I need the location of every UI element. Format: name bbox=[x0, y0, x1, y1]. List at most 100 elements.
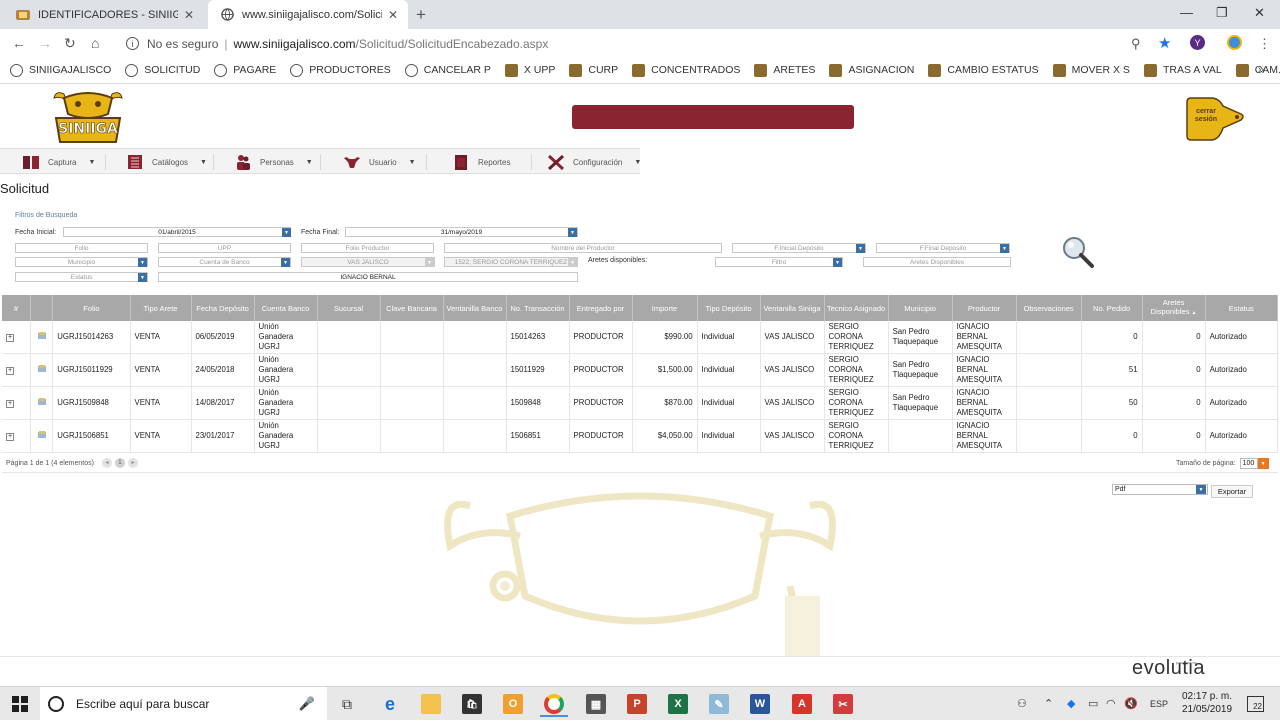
fecha-inicial-input[interactable]: 01/abril/2015 bbox=[63, 227, 291, 237]
snipping-tool-icon[interactable]: ✂ bbox=[833, 694, 853, 714]
tecnico-select[interactable]: 1522; SERGIO CORONA TERRIQUEZ bbox=[444, 257, 578, 267]
calendar-dropdown-icon[interactable]: ▼ bbox=[568, 228, 577, 237]
col-header-municipio[interactable]: Municipio bbox=[888, 295, 953, 321]
calendar-dropdown-icon[interactable]: ▼ bbox=[1000, 244, 1009, 253]
back-arrow-icon[interactable]: ← bbox=[12, 35, 26, 51]
chevron-down-icon[interactable]: ▼ bbox=[833, 258, 842, 267]
bookmark-item[interactable]: CURP bbox=[569, 63, 618, 77]
task-view-icon[interactable]: ⧉ bbox=[337, 694, 357, 714]
language-indicator[interactable]: ESP bbox=[1150, 699, 1168, 709]
expand-row-icon[interactable]: + bbox=[6, 334, 14, 343]
menu-catalogos[interactable]: Catálogos ▼ bbox=[126, 153, 207, 171]
acrobat-icon[interactable]: A bbox=[792, 694, 812, 714]
bookmark-item[interactable]: CANCELAR P bbox=[404, 63, 491, 77]
export-format-select[interactable]: Pdf bbox=[1112, 484, 1208, 495]
col-header-clave-bancaria[interactable]: Clave Bancaria bbox=[380, 295, 444, 321]
page-size-input[interactable]: 100 bbox=[1239, 458, 1258, 469]
close-tab-icon[interactable]: ✕ bbox=[388, 8, 398, 22]
word-icon[interactable]: W bbox=[750, 694, 770, 714]
col-header-sucursal[interactable]: Sucursal bbox=[317, 295, 381, 321]
col-header-no-transaccion[interactable]: No. Transacción bbox=[506, 295, 570, 321]
search-magnifier-icon[interactable] bbox=[1061, 235, 1095, 269]
outlook-icon[interactable]: O bbox=[503, 694, 523, 714]
windows-start-icon[interactable] bbox=[12, 696, 28, 712]
edit-record-icon[interactable] bbox=[37, 397, 47, 406]
col-header-tipo-arete[interactable]: Tipo Arete bbox=[130, 295, 192, 321]
chevron-down-icon[interactable]: ▼ bbox=[1196, 485, 1206, 494]
col-header-folio[interactable]: Folio bbox=[52, 295, 131, 321]
bookmark-item[interactable]: ASIGNACION bbox=[829, 63, 914, 77]
excel-icon[interactable]: X bbox=[668, 694, 688, 714]
file-explorer-icon[interactable] bbox=[421, 694, 441, 714]
col-header-ventanilla-banco[interactable]: Ventanilla Banco bbox=[443, 295, 507, 321]
edit-record-icon[interactable] bbox=[37, 331, 47, 340]
menu-usuario[interactable]: Usuario ▼ bbox=[343, 153, 416, 171]
table-row[interactable]: + UGRJ15011929 VENTA 24/05/2018 Unión Ganade… bbox=[2, 353, 1279, 388]
info-icon[interactable]: i bbox=[126, 37, 139, 50]
table-row[interactable]: + UGRJ1506851 VENTA 23/01/2017 Unión Ganader… bbox=[2, 419, 1279, 453]
menu-captura[interactable]: Captura ▼ bbox=[22, 153, 95, 171]
col-header-importe[interactable]: Importe bbox=[632, 295, 698, 321]
chevron-down-icon[interactable]: ▼ bbox=[1257, 458, 1269, 469]
productor-input[interactable]: IGNACIO BERNAL bbox=[158, 272, 578, 282]
folio-input[interactable]: Folio bbox=[15, 243, 148, 253]
table-row[interactable]: + UGRJ15014263 VENTA 06/05/2019 Unión Ganade… bbox=[2, 321, 1279, 355]
menu-reportes[interactable]: Reportes bbox=[452, 153, 510, 171]
wifi-icon[interactable]: ◠ bbox=[1106, 697, 1116, 710]
filtro-select[interactable]: Filtro bbox=[715, 257, 843, 267]
bookmark-item[interactable]: TRAS A VAL bbox=[1143, 63, 1222, 77]
expand-row-icon[interactable]: + bbox=[6, 367, 14, 376]
col-header-estatus[interactable]: Estatus bbox=[1205, 295, 1279, 321]
taskbar-search-box[interactable]: Escribe aquí para buscar 🎤 bbox=[40, 687, 327, 721]
bookmark-item[interactable]: PRODUCTORES bbox=[290, 63, 391, 77]
browser-tab-solicitud[interactable]: www.siniigajalisco.com/Solicitud ✕ bbox=[208, 0, 408, 29]
col-header-productor[interactable]: Productor bbox=[952, 295, 1017, 321]
store-icon[interactable]: 🛍 bbox=[462, 694, 482, 714]
url-omnibox[interactable]: i No es seguro | www.siniigajalisco.com /… bbox=[116, 32, 1176, 55]
upp-input[interactable]: UPP bbox=[158, 243, 291, 253]
notes-icon[interactable]: ✎ bbox=[709, 694, 729, 714]
people-icon[interactable]: ⚇ bbox=[1017, 697, 1027, 710]
calendar-dropdown-icon[interactable]: ▼ bbox=[282, 228, 291, 237]
chevron-down-icon[interactable]: ▼ bbox=[425, 258, 434, 267]
chevron-down-icon[interactable]: ▼ bbox=[281, 258, 290, 267]
bookmark-item[interactable]: CAMBIO ESTATUS bbox=[928, 63, 1039, 77]
menu-personas[interactable]: Personas ▼ bbox=[234, 153, 313, 171]
taskbar-clock[interactable]: 02:17 p. m. 21/05/2019 bbox=[1172, 690, 1242, 716]
col-header-ventanilla-siniiga[interactable]: Ventanilla Siniiga bbox=[760, 295, 825, 321]
chevron-down-icon[interactable]: ▼ bbox=[568, 258, 577, 267]
folio-productor-input[interactable]: Folio Productor bbox=[301, 243, 434, 253]
export-button[interactable]: Exportar bbox=[1211, 485, 1253, 498]
fecha-final-deposito-input[interactable]: F.Final Deposito bbox=[876, 243, 1010, 253]
bookmark-item[interactable]: ARETES bbox=[754, 63, 815, 77]
dropbox-icon[interactable]: ◆ bbox=[1067, 697, 1075, 710]
bookmark-item[interactable]: SOLICITUD bbox=[125, 63, 200, 77]
expand-row-icon[interactable]: + bbox=[6, 399, 14, 408]
menu-dots-icon[interactable]: ⋮ bbox=[1258, 36, 1271, 52]
cuenta-banco-select[interactable]: Cuenta de Banco bbox=[158, 257, 291, 267]
col-header-cuenta-banco[interactable]: Cuenta Banco bbox=[254, 295, 318, 321]
chevron-up-icon[interactable]: ⌃ bbox=[1044, 697, 1053, 710]
fecha-final-input[interactable]: 31/mayo/2019 bbox=[345, 227, 578, 237]
logout-button[interactable]: cerrar sesión bbox=[1183, 96, 1245, 142]
col-header-entregado-por[interactable]: Entregado por bbox=[569, 295, 633, 321]
col-header-tipo-deposito[interactable]: Tipo Depósito bbox=[697, 295, 761, 321]
bookmark-star-icon[interactable]: ★ bbox=[1158, 34, 1171, 52]
chevron-down-icon[interactable]: ▼ bbox=[138, 273, 147, 282]
pager-page-number[interactable]: 1 bbox=[114, 458, 125, 468]
col-header-tecnico[interactable]: Tecnico Asignado bbox=[824, 295, 889, 321]
reload-icon[interactable]: ↻ bbox=[64, 35, 76, 52]
pager-prev-icon[interactable]: ◂ bbox=[101, 458, 112, 468]
chevron-down-icon[interactable]: ▼ bbox=[138, 258, 147, 267]
powerpoint-icon[interactable]: P bbox=[627, 694, 647, 714]
minimize-window-icon[interactable]: — bbox=[1180, 5, 1193, 20]
col-header-aretes-disponibles[interactable]: Aretes Disponibles ▲ bbox=[1142, 295, 1206, 321]
col-header-no-pedido[interactable]: No. Pedido bbox=[1081, 295, 1143, 321]
edit-record-icon[interactable] bbox=[37, 364, 47, 373]
calculator-icon[interactable]: ▦ bbox=[586, 694, 606, 714]
extension-icon[interactable] bbox=[1227, 35, 1242, 50]
battery-icon[interactable]: ▭ bbox=[1088, 697, 1098, 710]
new-tab-button[interactable]: + bbox=[416, 5, 426, 25]
col-header-fecha-deposito[interactable]: Fecha Depósito bbox=[191, 295, 255, 321]
col-header-observaciones[interactable]: Observaciones bbox=[1016, 295, 1082, 321]
